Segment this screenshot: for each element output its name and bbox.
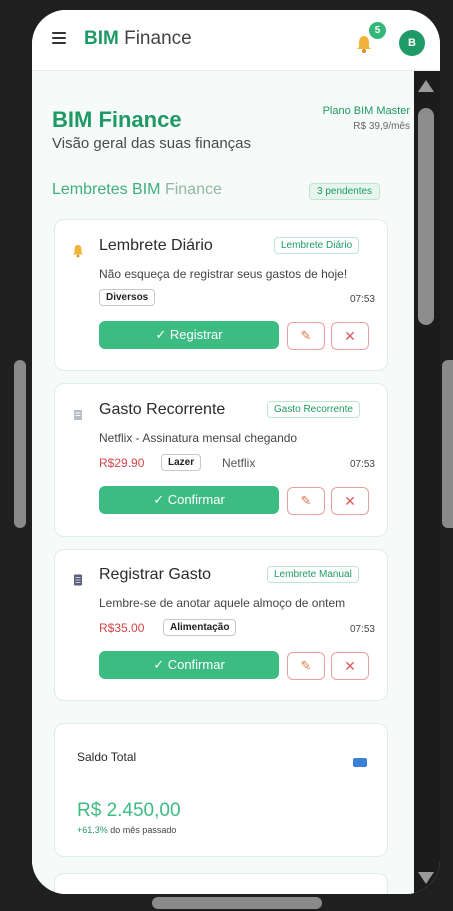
brand-finance: Finance [124,28,192,49]
delete-button[interactable]: ✕ [331,652,369,680]
plan-name: Plano BIM Master [322,105,410,117]
reminders-section-title: Lembretes BIM Finance [52,181,222,199]
notification-count-badge: 5 [369,22,386,39]
next-card [54,873,388,894]
reminder-card-daily: Lembrete Diário Lembrete Diário Não esqu… [54,219,388,371]
category-chip: Lazer [161,454,202,471]
page-subtitle: Visão geral das suas finanças [52,135,252,152]
window-scrollbar-left[interactable] [14,360,26,528]
reminder-description: Não esqueça de registrar seus gastos de … [99,267,348,281]
reminder-time: 07:53 [349,294,375,305]
category-chip: Diversos [99,289,156,306]
confirm-button[interactable]: ✓ Confirmar [99,486,279,514]
reminder-card-recurring: Gasto Recorrente Gasto Recorrente Netfli… [54,383,388,537]
reminders-title-main: Lembretes BIM [52,181,161,198]
avatar[interactable]: B [399,30,425,56]
category-chip: Alimentação [163,619,237,636]
register-button[interactable]: ✓ Registrar [99,321,279,349]
reminder-description: Lembre-se de anotar aquele almoço de ont… [99,596,346,610]
reminders-title-suffix: Finance [164,181,222,198]
delete-button[interactable]: ✕ [331,322,369,350]
credit-card-icon [353,758,367,767]
balance-change-text: do mês passado [110,825,177,835]
top-bar: BIM Finance 5 B [32,10,440,71]
reminder-tag: Lembrete Diário [274,237,360,254]
brand-bim: BIM [84,28,119,49]
page-title: BIM Finance [52,107,182,132]
brand-logo[interactable]: BIM Finance [84,27,192,51]
balance-change-pct: +61.3% [77,825,108,835]
confirm-button[interactable]: ✓ Confirmar [99,651,279,679]
reminder-amount: R$29.90 [99,456,145,470]
reminder-tag: Lembrete Manual [267,566,359,583]
reminder-title: Registrar Gasto [99,566,212,583]
pending-badge: 3 pendentes [309,183,381,200]
balance-value: R$ 2.450,00 [77,800,181,821]
main-content: BIM Finance Visão geral das suas finança… [32,71,414,894]
delete-button[interactable]: ✕ [331,487,369,515]
edit-button[interactable]: ✎ [287,652,325,680]
receipt-icon [71,408,85,422]
reminder-tag: Gasto Recorrente [267,401,360,418]
reminder-time: 07:53 [349,624,375,635]
window-scrollbar-horizontal[interactable] [152,897,322,909]
bell-icon [71,244,85,258]
scroll-up-arrow-icon[interactable] [418,80,434,92]
scroll-down-arrow-icon[interactable] [418,872,434,884]
balance-change: +61.3% do mês passado [77,825,176,835]
plan-price: R$ 39,9/mês [353,121,410,132]
edit-button[interactable]: ✎ [287,487,325,515]
merchant-name: Netflix [222,456,256,470]
window-scrollbar-right[interactable] [442,360,453,528]
balance-card: Saldo Total R$ 2.450,00 +61.3% do mês pa… [54,723,388,857]
reminder-time: 07:53 [349,459,375,470]
content-scrollbar-thumb[interactable] [418,108,434,325]
reminder-title: Lembrete Diário [99,237,213,254]
menu-icon[interactable] [52,32,66,44]
notification-bell-icon[interactable] [354,34,374,54]
note-icon [71,573,85,587]
reminder-description: Netflix - Assinatura mensal chegando [99,431,298,445]
reminder-title: Gasto Recorrente [99,401,226,418]
balance-label: Saldo Total [77,750,137,764]
phone-frame: BIM Finance 5 B BIM Finance Visão geral … [32,10,440,894]
reminder-amount: R$35.00 [99,621,145,635]
reminder-card-manual: Registrar Gasto Lembrete Manual Lembre-s… [54,549,388,701]
edit-button[interactable]: ✎ [287,322,325,350]
